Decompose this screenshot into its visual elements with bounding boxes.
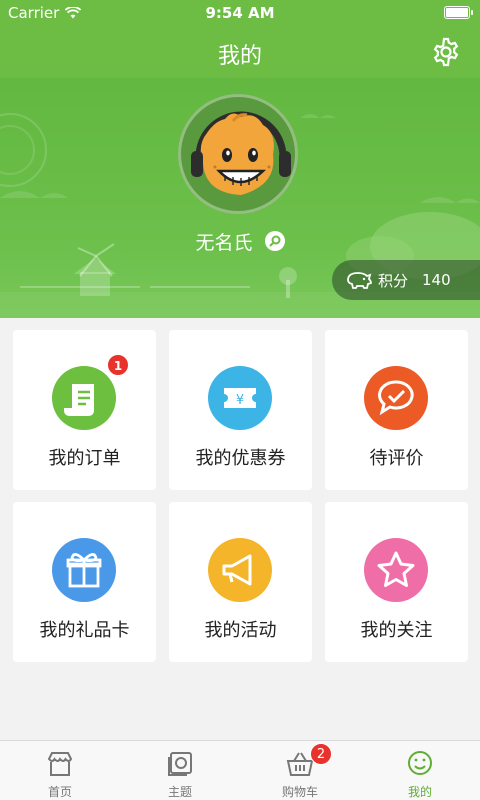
gear-icon[interactable] — [430, 36, 462, 68]
my-activities-card[interactable]: 我的活动 — [169, 502, 312, 662]
page-title: 我的 — [217, 44, 262, 69]
points-value: 140 — [422, 271, 451, 289]
pending-review-label: 待评价 — [369, 448, 424, 469]
gift-cards-card[interactable]: 我的礼品卡 — [13, 502, 156, 662]
avatar[interactable] — [178, 94, 298, 214]
tab-cart[interactable]: 2 购物车 — [240, 741, 360, 800]
my-orders-card[interactable]: 1 我的订单 — [13, 330, 156, 490]
piggy-bank-icon — [347, 272, 372, 289]
tab-home[interactable]: 首页 — [0, 741, 120, 800]
nav-bar: 我的 — [0, 26, 480, 78]
tab-themes-label: 主题 — [167, 785, 192, 799]
my-activities-label: 我的活动 — [204, 620, 277, 641]
tab-themes[interactable]: 主题 — [120, 741, 240, 800]
storefront-icon — [47, 752, 73, 776]
cart-count-badge: 2 — [310, 743, 332, 765]
tab-mine[interactable]: 我的 — [360, 741, 480, 800]
tab-home-label: 首页 — [47, 785, 72, 799]
member-badge-icon — [264, 230, 285, 251]
tab-bar: 首页 主题 2 购物车 我的 — [0, 740, 480, 800]
coupon-icon: ¥ — [208, 366, 272, 430]
points-label: 积分 — [378, 271, 409, 290]
comment-check-icon — [364, 366, 428, 430]
star-icon — [364, 538, 428, 602]
my-coupons-label: 我的优惠券 — [195, 448, 286, 469]
points-pill[interactable]: 积分 140 — [332, 260, 480, 300]
order-count-badge: 1 — [107, 354, 129, 376]
tab-cart-label: 购物车 — [281, 785, 318, 799]
theme-icon — [168, 752, 192, 776]
profile-banner: 无名氏 积分 140 — [0, 78, 480, 318]
gift-cards-label: 我的礼品卡 — [39, 620, 130, 641]
my-orders-label: 我的订单 — [48, 448, 121, 469]
svg-text:¥: ¥ — [236, 393, 244, 408]
receipt-icon — [52, 366, 116, 430]
status-bar: Carrier 9:54 AM — [0, 0, 480, 26]
megaphone-icon — [208, 538, 272, 602]
battery-icon — [444, 6, 473, 19]
username: 无名氏 — [195, 232, 253, 254]
smiley-icon — [408, 751, 432, 775]
gift-icon — [52, 538, 116, 602]
username-row: 无名氏 — [0, 228, 480, 255]
my-follows-card[interactable]: 我的关注 — [325, 502, 468, 662]
clock: 9:54 AM — [205, 4, 275, 22]
tab-mine-label: 我的 — [407, 785, 432, 799]
pending-review-card[interactable]: 待评价 — [325, 330, 468, 490]
my-coupons-card[interactable]: ¥ 我的优惠券 — [169, 330, 312, 490]
my-follows-label: 我的关注 — [360, 620, 433, 641]
